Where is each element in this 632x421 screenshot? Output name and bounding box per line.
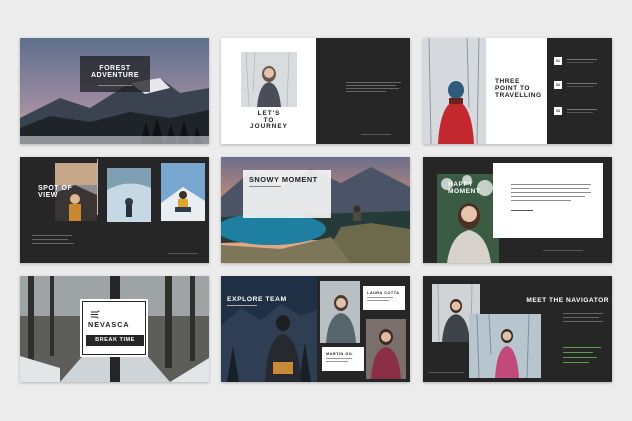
text-line [32,239,68,240]
slide-title: SPOT OF VIEW [38,185,73,200]
quote-author-line [511,210,533,211]
slide-title: SNOWY MOMENT [249,175,318,184]
name-line [367,300,389,301]
quote-line [511,188,589,189]
slide-title: FOREST ADVENTURE [90,65,140,80]
footer-line [168,253,198,254]
text-line [563,321,603,322]
frame-line [97,159,98,215]
slide-three-point[interactable]: THREE POINT TO TRAVELLING 01 02 03 [423,38,612,144]
wind-logo-icon [90,306,100,319]
hiker-night-photo [221,276,317,382]
member-photo [320,281,360,343]
text-line [563,313,603,314]
subtitle: BREAK TIME [95,336,135,343]
item-line [567,112,593,113]
brand-name: NEVASCA [88,320,130,329]
footer-line [428,372,464,373]
footer-line [361,134,391,135]
quote-line [511,184,591,185]
item-line [567,109,597,110]
slide-nevasca-break-time[interactable]: NEVASCA BREAK TIME [20,276,209,382]
name-box [363,286,405,310]
text-line [32,243,74,244]
item-line [567,59,597,60]
slide-title: MEET THE NAVIGATOR [526,297,609,304]
photo-pink-jacket [469,314,541,378]
item-line [567,86,593,87]
text-line [563,317,599,318]
name-line [367,297,393,298]
slide-happy-moment[interactable]: HAPPY MOMENT [423,157,612,263]
skill-bar [563,357,597,358]
member-name: LAURA COTTA [367,291,400,295]
item-line [567,62,593,63]
name-box [322,347,364,371]
photo-ice-cave [107,168,151,222]
hiker-back-photo [423,38,486,144]
paragraph-lines [346,80,401,94]
list-item: 01 [554,57,562,65]
quote-line [511,192,591,193]
slide-lets-to-journey[interactable]: LET'S TO JOURNEY [221,38,410,144]
item-line [567,83,597,84]
slide-spot-of-view[interactable]: SPOT OF VIEW [20,157,209,263]
quote-line [511,196,585,197]
text-line [249,186,281,187]
list-item: 03 [554,107,562,115]
slide-forest-adventure[interactable]: FOREST ADVENTURE [20,38,209,144]
name-line [326,361,348,362]
slide-explore-team[interactable]: EXPLORE TEAM LAURA COTTA MARTIN GIL [221,276,410,382]
member-name: MARTIN GIL [326,352,354,356]
text-line [227,305,257,306]
photo-mountain-sitting [161,163,205,221]
subtitle-line [98,85,132,86]
quote-line [511,200,571,201]
member-photo [366,319,406,379]
skill-bar [563,347,601,348]
slide-snowy-moment[interactable]: SNOWY MOMENT [221,157,410,263]
slide-title: EXPLORE TEAM [227,296,287,303]
slide-meet-the-navigator[interactable]: MEET THE NAVIGATOR [423,276,612,382]
text-line [32,235,72,236]
slide-title: THREE POINT TO TRAVELLING [495,78,542,99]
slide-title: HAPPY MOMENT [448,181,481,195]
name-line [326,358,352,359]
woman-snow-photo [241,52,297,107]
skill-bar [563,362,589,363]
slide-title: LET'S TO JOURNEY [250,110,288,131]
list-item: 02 [554,81,562,89]
skill-bar [563,352,593,353]
footer-line [543,250,583,251]
